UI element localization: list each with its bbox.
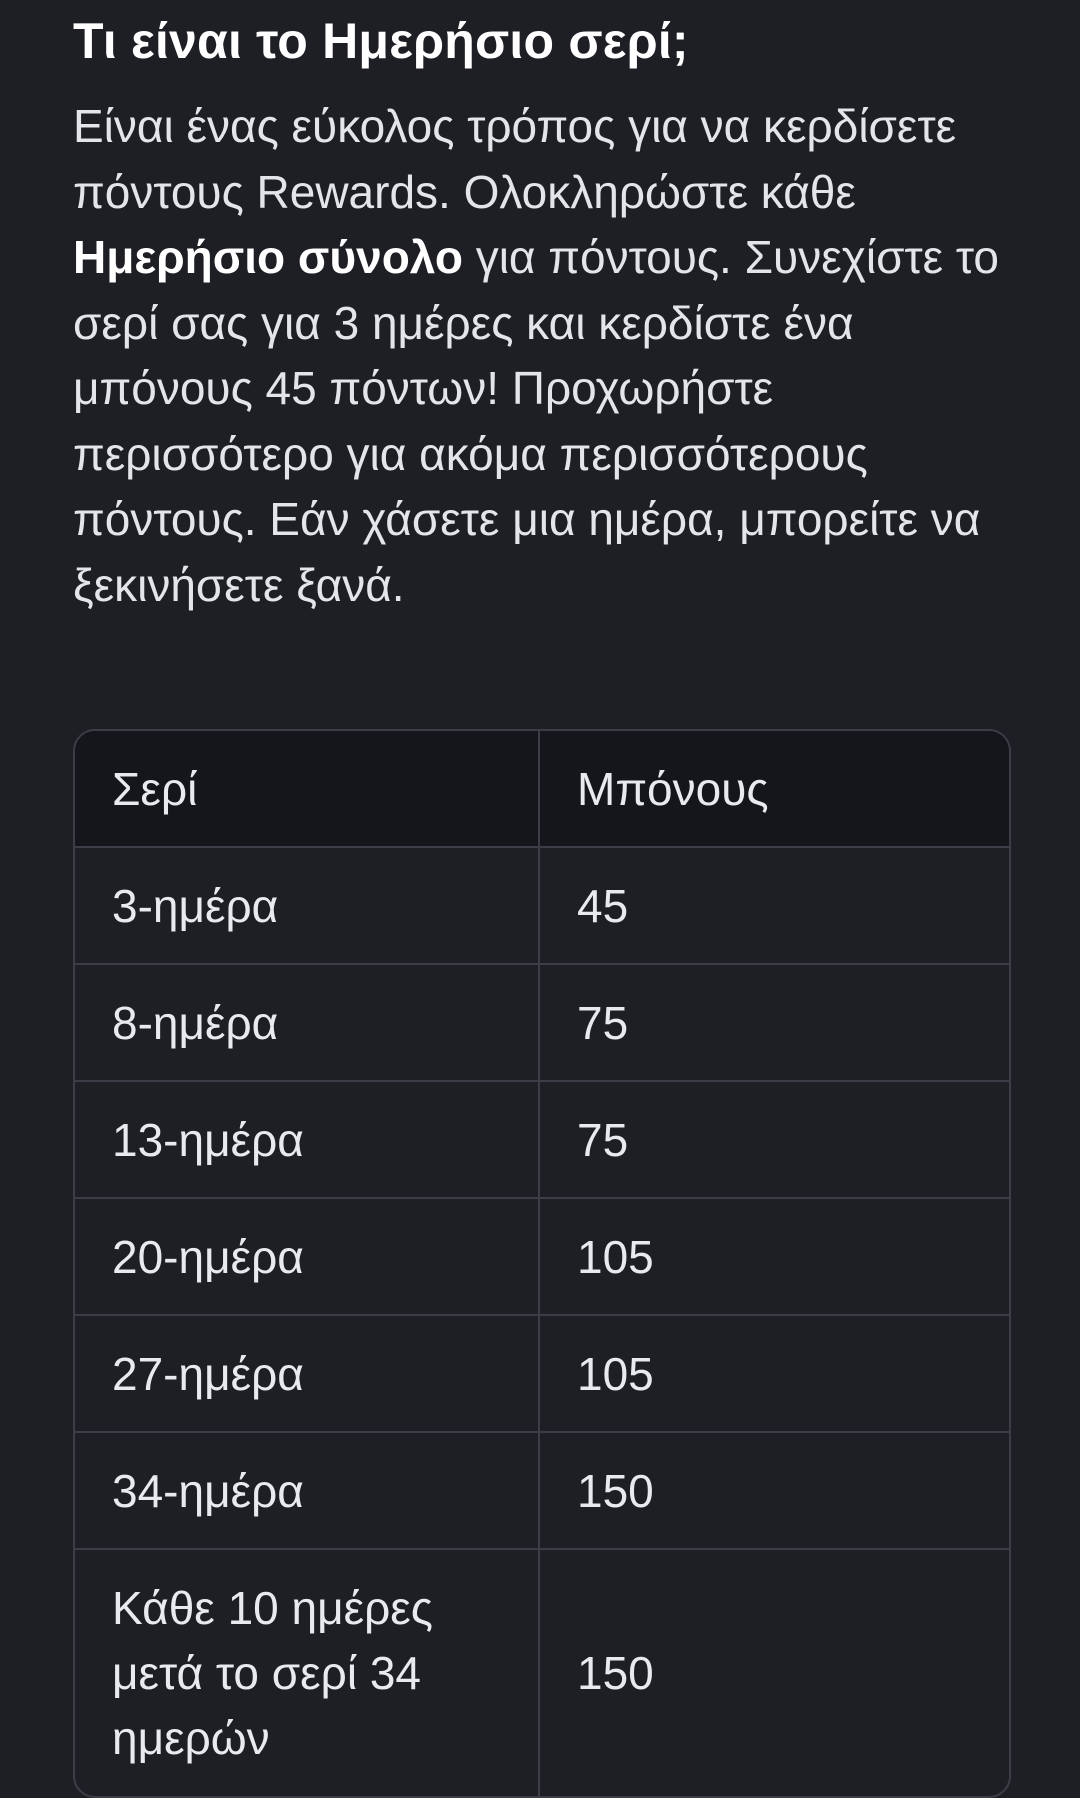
table-row: 20-ημέρα 105 xyxy=(75,1198,1009,1316)
bonus-cell: 45 xyxy=(539,847,1009,965)
bonus-cell: 75 xyxy=(539,1081,1009,1199)
bonus-cell: 75 xyxy=(539,964,1009,1082)
column-header-bonus: Μπόνους xyxy=(539,731,1009,848)
table-header-row: Σερί Μπόνους xyxy=(75,731,1009,848)
table-row: 34-ημέρα 150 xyxy=(75,1432,1009,1550)
streak-cell: 34-ημέρα xyxy=(75,1432,540,1550)
streak-cell: Κάθε 10 ημέρες μετά το σερί 34 ημερών xyxy=(75,1549,540,1796)
intro-text-end: για πόντους. Συνεχίστε το σερί σας για 3… xyxy=(73,231,1000,611)
bonus-cell: 150 xyxy=(539,1432,1009,1550)
page-title: Τι είναι το Ημερήσιο σερί; xyxy=(73,13,689,69)
streak-cell: 13-ημέρα xyxy=(75,1081,540,1199)
bonus-cell: 105 xyxy=(539,1198,1009,1316)
streak-cell: 27-ημέρα xyxy=(75,1315,540,1433)
bonus-cell: 105 xyxy=(539,1315,1009,1433)
streak-info-section: Τι είναι το Ημερήσιο σερί; Είναι ένας εύ… xyxy=(73,0,1013,618)
streak-bonus-table: Σερί Μπόνους 3-ημέρα 45 8-ημέρα 75 13-ημ… xyxy=(73,729,1011,1798)
intro-bold-daily-set: Ημερήσιο σύνολο xyxy=(73,231,463,283)
table-row: 8-ημέρα 75 xyxy=(75,964,1009,1082)
column-header-streak: Σερί xyxy=(75,731,540,848)
streak-cell: 8-ημέρα xyxy=(75,964,540,1082)
table-row: 13-ημέρα 75 xyxy=(75,1081,1009,1199)
table-row: 27-ημέρα 105 xyxy=(75,1315,1009,1433)
table-row: 3-ημέρα 45 xyxy=(75,847,1009,965)
intro-text-start: Είναι ένας εύκολος τρόπος για να κερδίσε… xyxy=(73,100,957,218)
streak-cell: 20-ημέρα xyxy=(75,1198,540,1316)
streak-cell: 3-ημέρα xyxy=(75,847,540,965)
intro-paragraph: Είναι ένας εύκολος τρόπος για να κερδίσε… xyxy=(73,94,1013,618)
table-row: Κάθε 10 ημέρες μετά το σερί 34 ημερών 15… xyxy=(75,1549,1009,1796)
bonus-cell: 150 xyxy=(577,1646,654,1699)
